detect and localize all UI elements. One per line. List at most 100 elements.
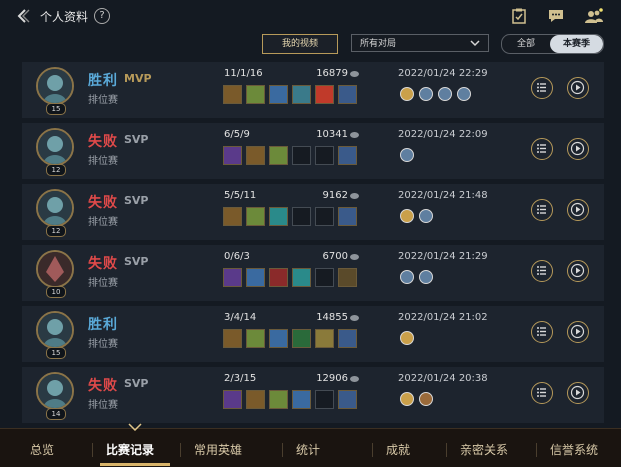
match-row[interactable]: 14 失败 SVP 排位赛 2/3/15 12906 2022/01/24 20:38 [22,367,604,423]
item-slot [246,390,265,409]
gold-coin-icon [350,193,359,199]
match-replay-button[interactable] [567,138,589,160]
kda-score: 2/3/15 [224,373,257,384]
match-details-button[interactable] [531,138,553,160]
hero-level-badge: 10 [46,286,66,298]
list-icon [537,144,546,153]
match-replay-button[interactable] [567,382,589,404]
item-slot [292,329,311,348]
item-slot [246,207,265,226]
hero-level-badge: 14 [46,408,66,420]
my-videos-button[interactable]: 我的视频 [262,34,338,54]
gold-coin-icon [350,71,359,77]
list-icon [537,327,546,336]
list-icon [537,266,546,275]
gold-amount: 12906 [316,373,348,384]
item-slot [292,85,311,104]
kda-score: 3/4/14 [224,312,257,323]
hero-level-badge: 12 [46,164,66,176]
item-slot [315,390,334,409]
match-mode: 排位赛 [88,400,118,411]
bottom-tab[interactable]: 成就 [386,441,410,458]
achievement-badge-icon [419,392,433,406]
item-slot [223,85,242,104]
match-details-button[interactable] [531,77,553,99]
gold-coin-icon [350,376,359,382]
back-arrow-icon[interactable] [14,7,32,25]
achievement-badge-icon [419,270,433,284]
list-icon [537,83,546,92]
item-slot [246,85,265,104]
chat-bubble-icon[interactable] [547,8,565,24]
match-result: 胜利 [88,73,118,89]
match-replay-button[interactable] [567,199,589,221]
item-slot [292,390,311,409]
bottom-tab[interactable]: 比赛记录 [106,441,154,458]
bottom-tab[interactable]: 亲密关系 [460,441,508,458]
help-icon[interactable]: ? [94,8,110,24]
item-slot [269,146,288,165]
match-row[interactable]: 10 失败 SVP 排位赛 0/6/3 6700 2022/01/24 21:29 [22,245,604,301]
chevron-down-icon [470,40,480,47]
top-bar: 个人资料 ? [0,0,621,32]
match-row[interactable]: 12 失败 SVP 排位赛 5/5/11 9162 2022/01/24 21:48 [22,184,604,240]
item-slot [292,268,311,287]
match-result: 失败 [88,256,118,272]
play-icon [570,263,585,278]
item-slot [315,85,334,104]
season-current-option[interactable]: 本赛季 [550,35,603,53]
gold-amount: 10341 [316,129,348,140]
match-details-button[interactable] [531,260,553,282]
mvp-badge: SVP [124,255,149,268]
match-replay-button[interactable] [567,321,589,343]
achievement-badge-icon [400,209,414,223]
match-row[interactable]: 15 胜利 MVP 排位赛 11/1/16 16879 2022/01/24 22:29 [22,62,604,118]
achievement-badge-icon [400,331,414,345]
match-type-select[interactable]: 所有对局 [351,34,489,52]
item-slot [292,207,311,226]
achievement-badge-icon [419,87,433,101]
match-details-button[interactable] [531,199,553,221]
item-slot [315,268,334,287]
match-details-button[interactable] [531,382,553,404]
bottom-tab[interactable]: 总览 [30,441,54,458]
mvp-badge: SVP [124,377,149,390]
mvp-badge: MVP [124,72,152,85]
match-mode: 排位赛 [88,95,118,106]
match-row[interactable]: 12 失败 SVP 排位赛 6/5/9 10341 2022/01/24 22:09 [22,123,604,179]
match-mode: 排位赛 [88,339,118,350]
bottom-tab[interactable]: 常用英雄 [194,441,242,458]
bottom-tab[interactable]: 统计 [296,441,320,458]
friends-icon[interactable] [584,8,604,24]
bottom-tab[interactable]: 信誉系统 [550,441,598,458]
match-replay-button[interactable] [567,77,589,99]
match-row[interactable]: 15 胜利 排位赛 3/4/14 14855 2022/01/24 21:02 [22,306,604,362]
match-mode: 排位赛 [88,278,118,289]
kda-score: 5/5/11 [224,190,257,201]
item-slot [269,85,288,104]
filter-bar: 我的视频 所有对局 全部 本赛季 [0,34,621,56]
hero-avatar [36,311,74,349]
match-result: 失败 [88,134,118,150]
item-slot [223,329,242,348]
gold-amount: 6700 [322,251,348,262]
tab-divider [536,443,537,457]
season-all-option[interactable]: 全部 [502,35,550,53]
item-slot [338,207,357,226]
gold-amount: 14855 [316,312,348,323]
season-toggle: 全部 本赛季 [501,34,604,54]
active-tab-caret-icon [128,423,142,431]
item-slot [338,390,357,409]
match-replay-button[interactable] [567,260,589,282]
item-slot [269,329,288,348]
item-slot [292,146,311,165]
clipboard-check-icon[interactable] [510,8,528,24]
tab-divider [180,443,181,457]
item-slot [246,146,265,165]
hero-avatar [36,189,74,227]
hero-avatar [36,128,74,166]
achievement-badge-icon [400,87,414,101]
match-details-button[interactable] [531,321,553,343]
achievement-badge-icon [457,87,471,101]
item-slot [315,146,334,165]
